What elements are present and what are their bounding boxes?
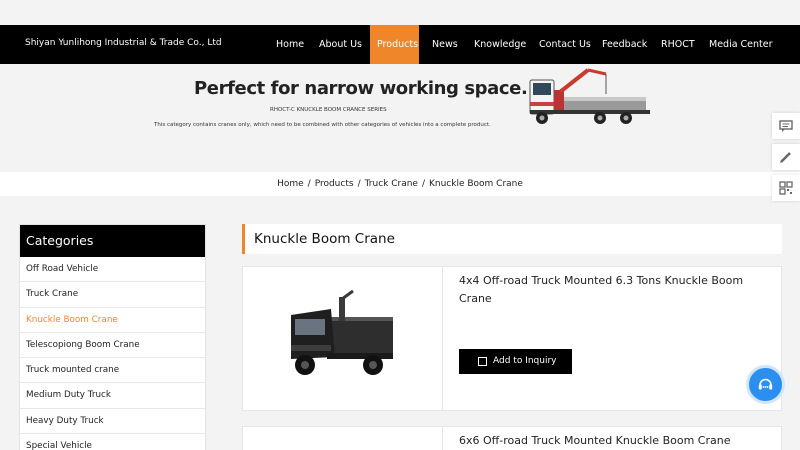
nav-item-media-center[interactable]: Media Center — [702, 25, 780, 64]
product-title[interactable]: 6x6 Off-road Truck Mounted Knuckle Boom … — [459, 432, 759, 450]
category-item-off-road-vehicle[interactable]: Off Road Vehicle — [20, 257, 205, 283]
add-to-inquiry-button[interactable]: Add to Inquiry — [459, 349, 572, 374]
product-truck-image — [291, 289, 393, 375]
nav-item-products[interactable]: Products — [370, 25, 419, 64]
banner-series: RHOCT-C KNUCKLE BOOM CRANCE SERIES — [270, 107, 387, 113]
edit-icon — [780, 152, 791, 163]
category-item-special-vehicle[interactable]: Special Vehicle — [20, 434, 205, 450]
company-name[interactable]: Shiyan Yunlihong Industrial & Trade Co.,… — [25, 38, 222, 48]
nav-item-about-us[interactable]: About Us — [312, 25, 369, 64]
product-image-container[interactable] — [243, 427, 443, 450]
headset-icon — [758, 378, 773, 390]
breadcrumb-separator: / — [421, 179, 425, 189]
breadcrumb-products[interactable]: Products — [315, 179, 354, 189]
categories-sidebar: Categories Off Road Vehicle Truck Crane … — [19, 224, 206, 450]
message-icon — [779, 120, 793, 132]
category-item-knuckle-boom-crane[interactable]: Knuckle Boom Crane — [20, 308, 205, 333]
category-item-truck-mounted-crane[interactable]: Truck mounted crane — [20, 358, 205, 384]
category-item-truck-crane[interactable]: Truck Crane — [20, 282, 205, 308]
product-card: 6x6 Off-road Truck Mounted Knuckle Boom … — [242, 426, 782, 450]
breadcrumb-home[interactable]: Home — [277, 179, 304, 189]
qr-code-icon — [779, 181, 793, 195]
breadcrumb-separator: / — [357, 179, 361, 189]
page: Shiyan Yunlihong Industrial & Trade Co.,… — [0, 0, 800, 450]
product-card: 4x4 Off-road Truck Mounted 6.3 Tons Knuc… — [242, 266, 782, 411]
category-banner: Perfect for narrow working space. RHOCT-… — [0, 64, 800, 172]
breadcrumb-separator: / — [307, 179, 311, 189]
breadcrumb-truck-crane[interactable]: Truck Crane — [365, 179, 418, 189]
section-title-bar: Knuckle Boom Crane — [242, 224, 782, 254]
live-chat-button[interactable] — [746, 365, 785, 404]
category-item-heavy-duty-truck[interactable]: Heavy Duty Truck — [20, 409, 205, 435]
nav-item-news[interactable]: News — [425, 25, 465, 64]
breadcrumb-current: Knuckle Boom Crane — [429, 179, 523, 189]
side-message-button[interactable] — [772, 113, 800, 139]
category-item-telescopic-boom-crane[interactable]: Telescopiong Boom Crane — [20, 333, 205, 359]
side-qr-code-button[interactable] — [772, 175, 800, 201]
add-to-inquiry-label: Add to Inquiry — [493, 356, 557, 366]
nav-item-knowledge[interactable]: Knowledge — [467, 25, 533, 64]
nav-item-home[interactable]: Home — [269, 25, 311, 64]
nav-item-rhoct[interactable]: RHOCT — [654, 25, 702, 64]
nav-item-contact-us[interactable]: Contact Us — [532, 25, 598, 64]
checkbox-icon — [478, 357, 487, 366]
product-image-container[interactable] — [243, 267, 443, 410]
product-title[interactable]: 4x4 Off-road Truck Mounted 6.3 Tons Knuc… — [459, 272, 759, 308]
category-item-medium-duty-truck[interactable]: Medium Duty Truck — [20, 383, 205, 409]
crane-truck-image — [529, 68, 650, 124]
breadcrumb: Home / Products / Truck Crane / Knuckle Boom C… — [0, 172, 800, 196]
section-title: Knuckle Boom Crane — [254, 231, 395, 247]
nav-item-feedback[interactable]: Feedback — [595, 25, 654, 64]
categories-heading: Categories — [20, 225, 205, 257]
banner-note: This category contains cranes only, whic… — [154, 122, 491, 128]
top-strip — [0, 0, 800, 25]
main-navigation: Shiyan Yunlihong Industrial & Trade Co.,… — [0, 25, 800, 64]
side-edit-button[interactable] — [772, 144, 800, 170]
banner-headline: Perfect for narrow working space. — [194, 78, 528, 99]
